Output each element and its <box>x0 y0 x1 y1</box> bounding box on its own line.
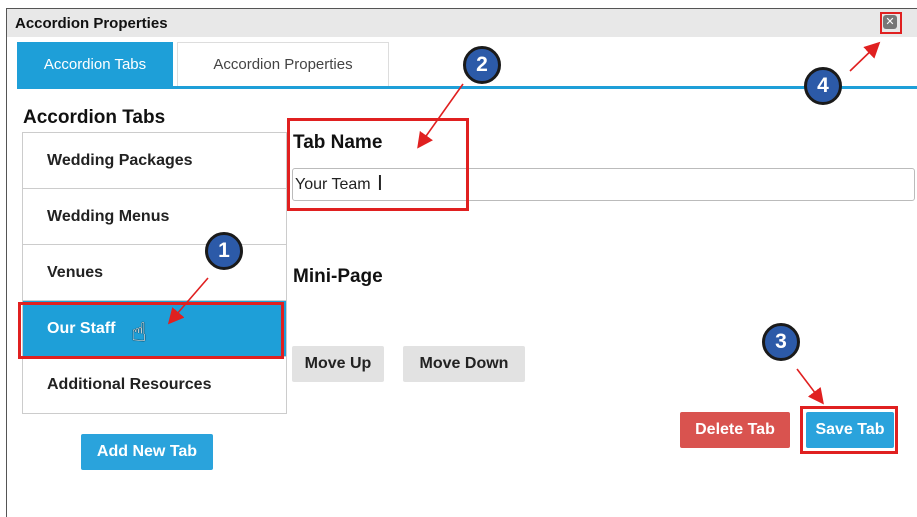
callout-badge-3: 3 <box>762 323 800 361</box>
selected-item-highlight <box>18 302 284 359</box>
save-highlight <box>800 406 898 454</box>
list-item-wedding-packages[interactable]: Wedding Packages <box>23 133 286 189</box>
callout-badge-4: 4 <box>804 67 842 105</box>
move-up-button[interactable]: Move Up <box>292 346 384 382</box>
list-item-venues[interactable]: Venues <box>23 245 286 301</box>
accordion-tab-list: Wedding Packages Wedding Menus Venues Ou… <box>22 132 287 414</box>
callout-badge-2: 2 <box>463 46 501 84</box>
tab-accordion-tabs[interactable]: Accordion Tabs <box>17 42 173 87</box>
close-highlight <box>880 12 902 34</box>
dialog-title-bar: Accordion Properties <box>7 9 917 37</box>
delete-tab-button[interactable]: Delete Tab <box>680 412 790 448</box>
tab-underline <box>17 86 917 89</box>
hand-pointer-icon: ☝ <box>131 318 147 348</box>
add-new-tab-button[interactable]: Add New Tab <box>81 434 213 470</box>
sidebar-title: Accordion Tabs <box>23 107 166 128</box>
list-item-wedding-menus[interactable]: Wedding Menus <box>23 189 286 245</box>
tab-name-highlight <box>287 118 469 211</box>
tab-accordion-properties[interactable]: Accordion Properties <box>177 42 389 87</box>
dialog-title: Accordion Properties <box>15 15 168 32</box>
callout-badge-1: 1 <box>205 232 243 270</box>
move-down-button[interactable]: Move Down <box>403 346 525 382</box>
list-item-additional-resources[interactable]: Additional Resources <box>23 357 286 413</box>
mini-page-label: Mini-Page <box>293 266 383 287</box>
